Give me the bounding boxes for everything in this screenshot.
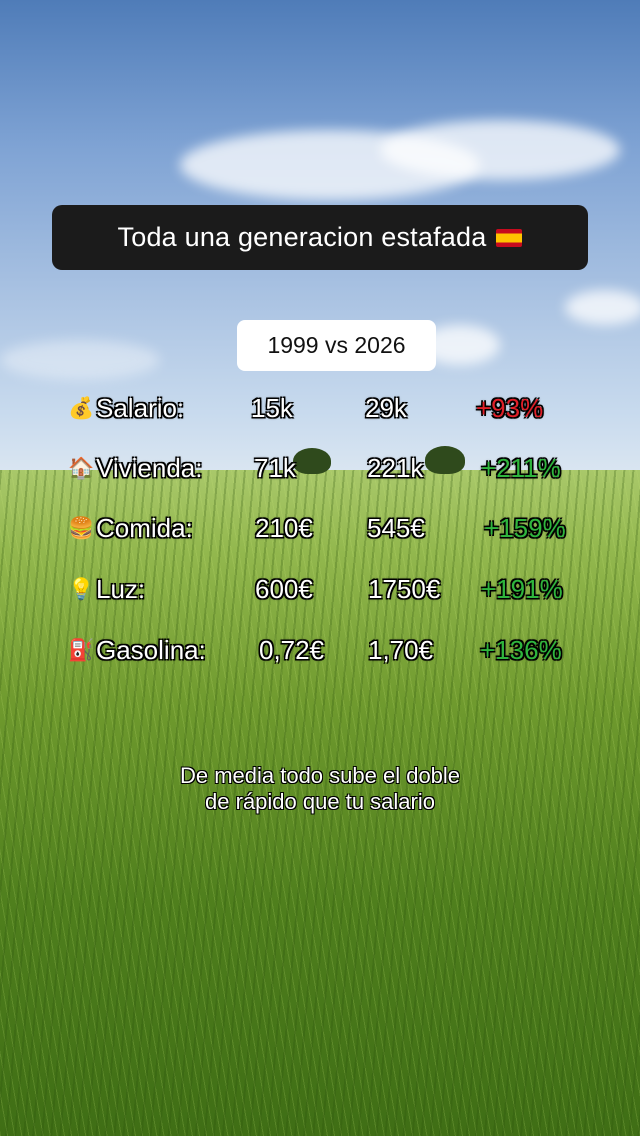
table-row: 💰 Salario: 15k 29k +93% — [0, 388, 640, 428]
change-percent: +211% — [481, 453, 561, 483]
cloud — [0, 340, 160, 380]
page-title: Toda una generacion estafada — [117, 222, 487, 252]
value-2026: 1750€ — [368, 574, 441, 604]
row-label: Comida: — [96, 513, 193, 543]
years-badge: 1999 vs 2026 — [237, 320, 436, 371]
burger-icon: 🍔 — [68, 516, 95, 540]
cloud — [380, 120, 620, 180]
change-percent: +159% — [484, 513, 566, 543]
title-banner: Toda una generacion estafada — [52, 205, 588, 270]
change-percent: +93% — [476, 393, 544, 423]
row-label: Gasolina: — [96, 635, 206, 665]
value-1999: 600€ — [255, 574, 313, 604]
value-2026: 29k — [365, 393, 407, 423]
value-2026: 1,70€ — [368, 635, 434, 665]
change-percent: +136% — [480, 635, 562, 665]
table-row: 💡 Luz: 600€ 1750€ +191% — [0, 569, 640, 609]
value-2026: 221k — [367, 453, 424, 483]
value-1999: 15k — [251, 393, 293, 423]
fuel-pump-icon: ⛽ — [68, 638, 95, 662]
change-percent: +191% — [481, 574, 563, 604]
background-landscape — [0, 0, 640, 1136]
house-icon: 🏠 — [68, 456, 95, 480]
value-1999: 71k — [254, 453, 296, 483]
caption: De media todo sube el doble de rápido qu… — [100, 763, 540, 815]
row-label: Vivienda: — [96, 453, 203, 483]
table-row: ⛽ Gasolina: 0,72€ 1,70€ +136% — [0, 630, 640, 670]
table-row: 🍔 Comida: 210€ 545€ +159% — [0, 508, 640, 548]
years-label: 1999 vs 2026 — [267, 332, 406, 358]
value-1999: 0,72€ — [259, 635, 325, 665]
value-2026: 545€ — [367, 513, 425, 543]
light-bulb-icon: 💡 — [68, 577, 95, 601]
table-row: 🏠 Vivienda: 71k 221k +211% — [0, 448, 640, 488]
spain-flag-icon — [496, 228, 523, 247]
row-label: Salario: — [96, 393, 185, 423]
value-1999: 210€ — [255, 513, 313, 543]
caption-line: De media todo sube el doble — [179, 763, 461, 788]
cloud — [565, 290, 640, 325]
row-label: Luz: — [96, 574, 146, 604]
caption-line: de rápido que tu salario — [205, 789, 435, 814]
money-bag-icon: 💰 — [68, 396, 95, 420]
